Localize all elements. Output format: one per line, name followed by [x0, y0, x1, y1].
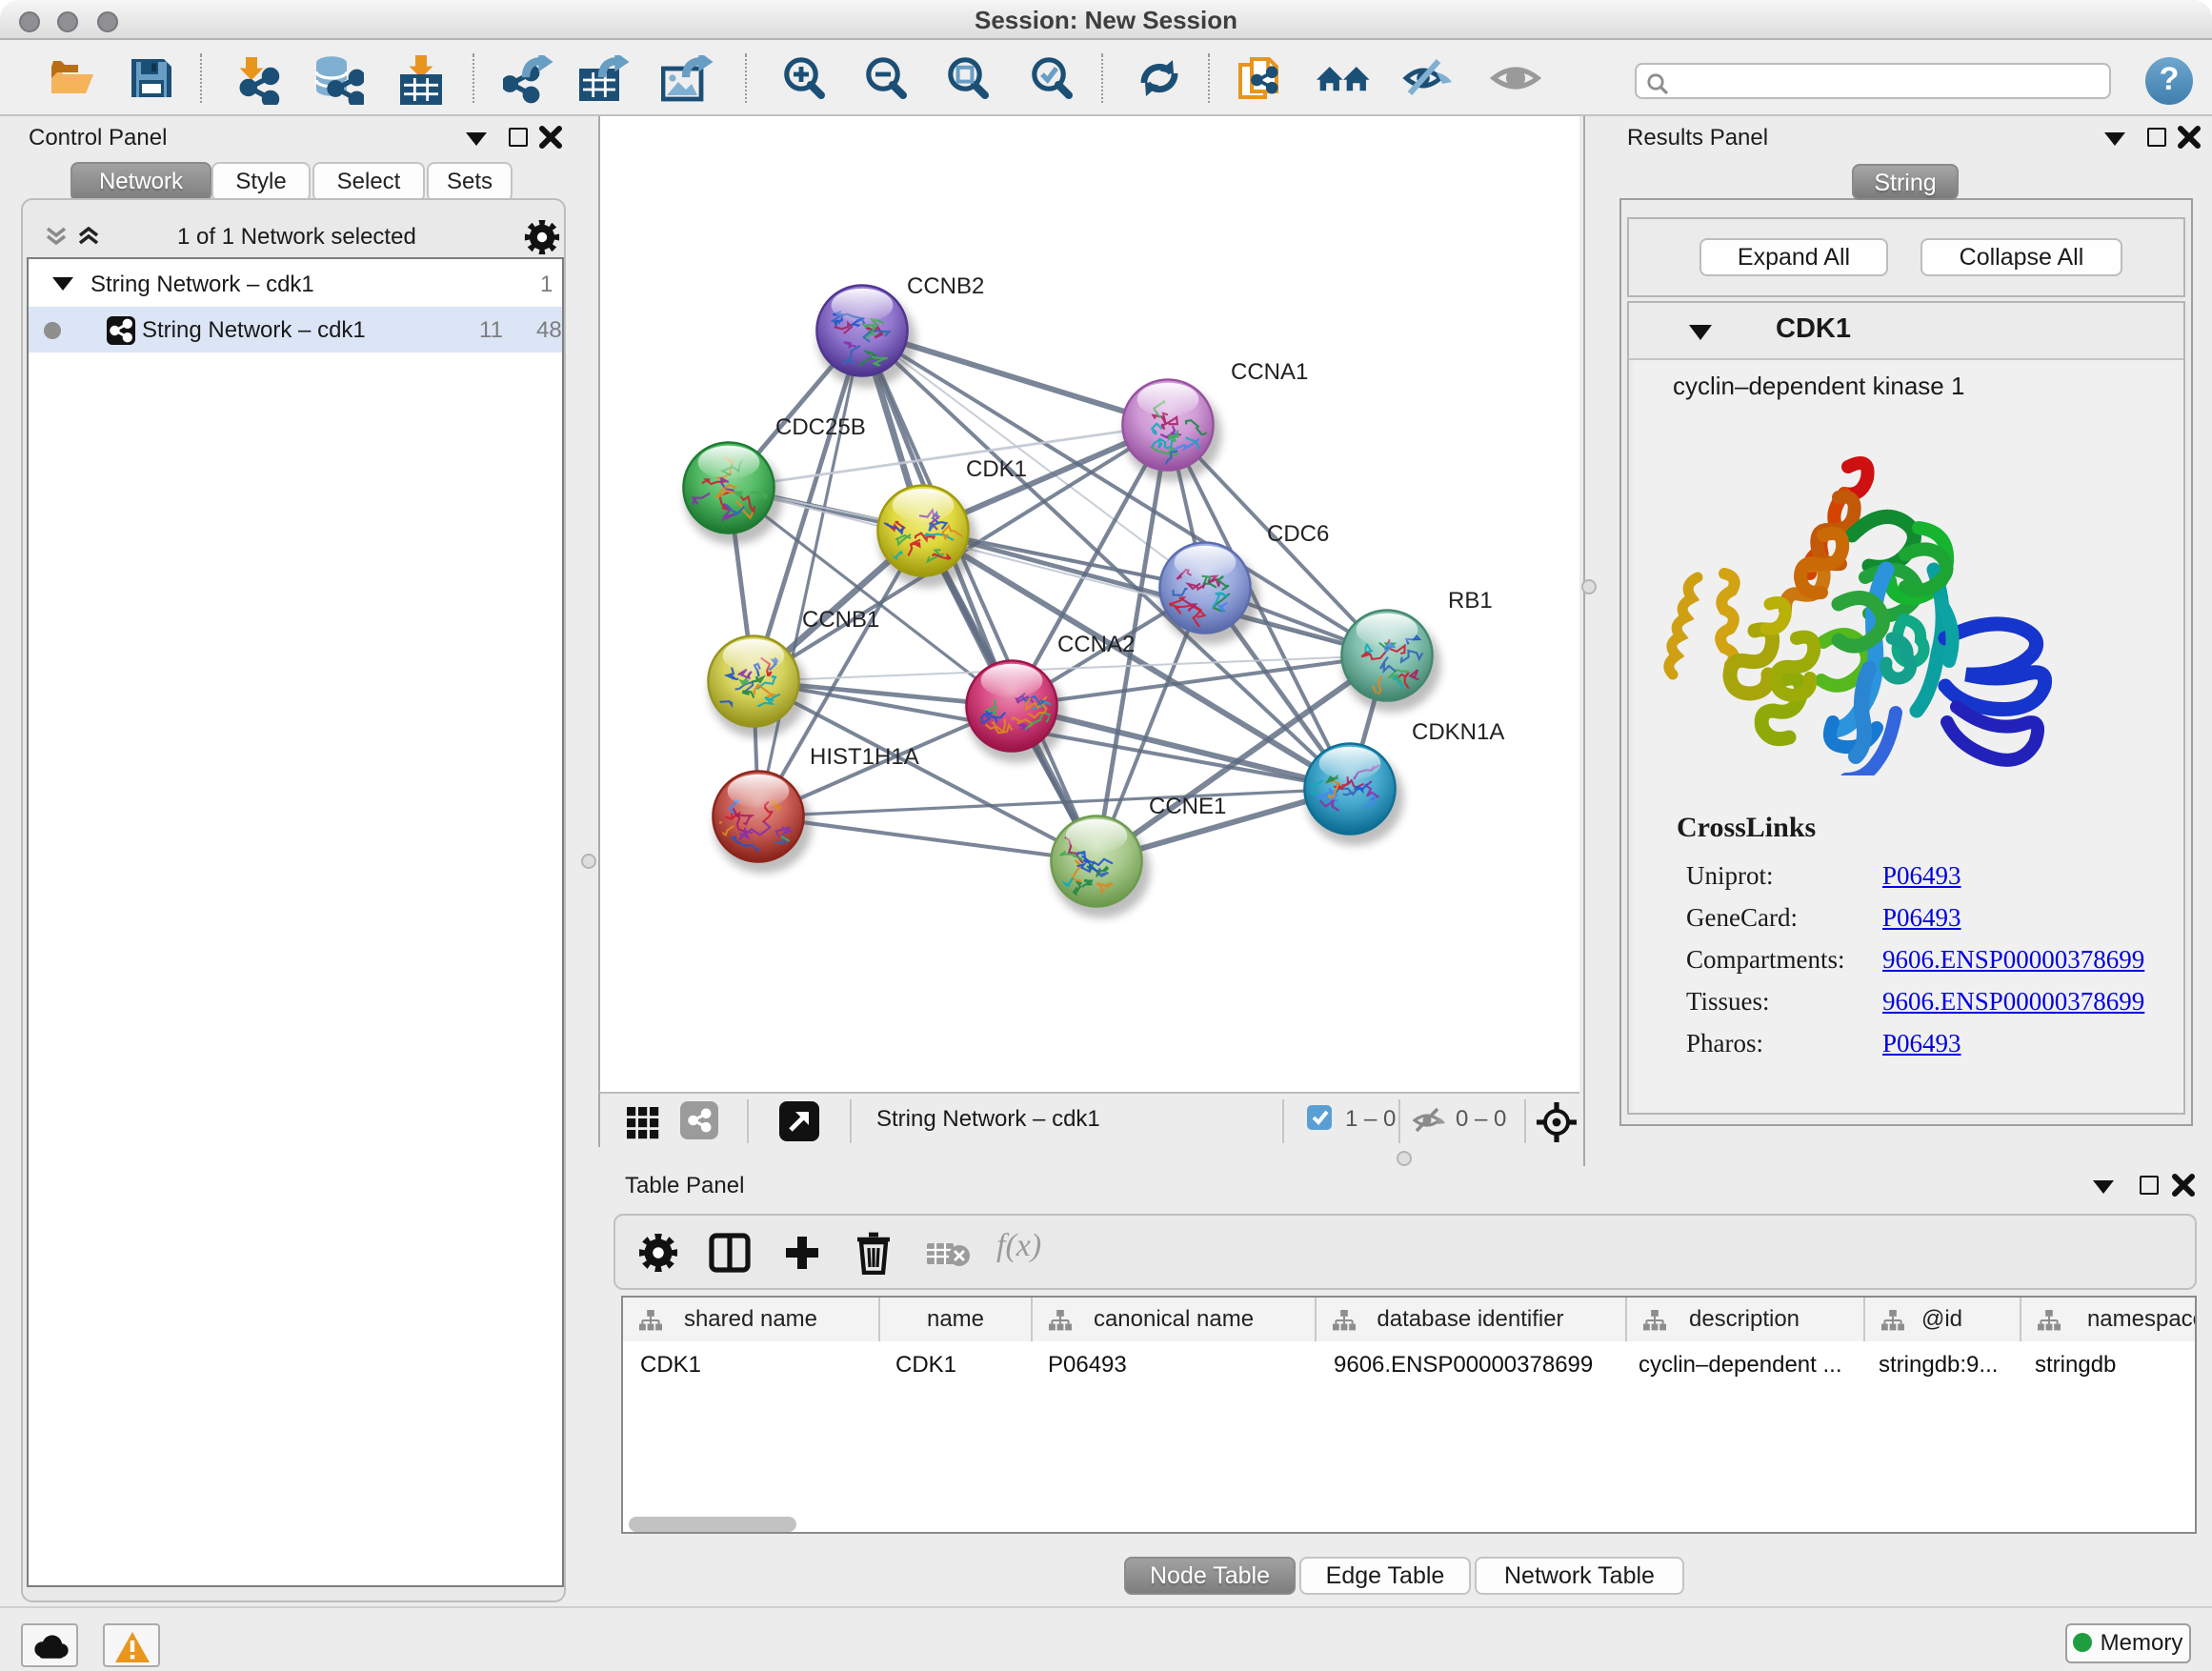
svg-text:CDC6: CDC6 — [1267, 521, 1329, 547]
svg-text:RB1: RB1 — [1448, 588, 1493, 614]
svg-text:CDC25B: CDC25B — [775, 414, 866, 440]
svg-text:CCNE1: CCNE1 — [1149, 794, 1226, 819]
svg-text:CCNA1: CCNA1 — [1231, 359, 1308, 385]
svg-text:CCNA2: CCNA2 — [1057, 632, 1135, 657]
svg-text:CDKN1A: CDKN1A — [1412, 719, 1504, 745]
svg-text:CCNB2: CCNB2 — [907, 273, 984, 299]
svg-text:CDK1: CDK1 — [966, 456, 1027, 482]
svg-text:HIST1H1A: HIST1H1A — [810, 744, 919, 770]
svg-text:CCNB1: CCNB1 — [802, 607, 879, 633]
